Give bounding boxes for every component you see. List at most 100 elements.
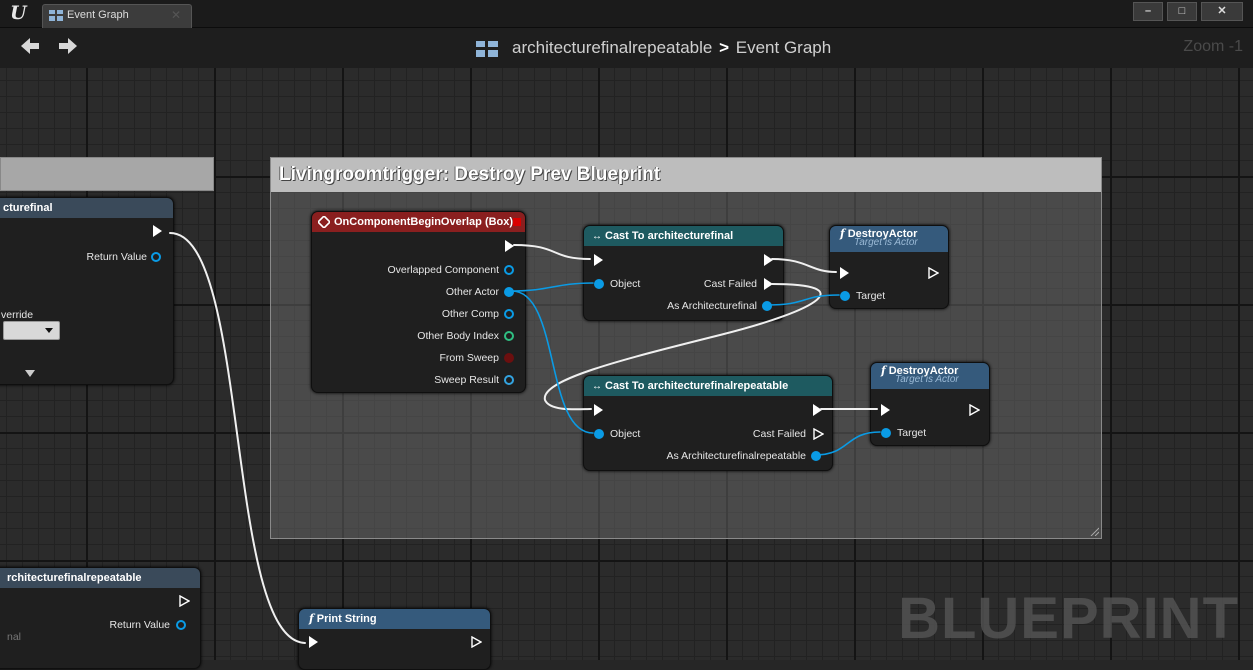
- pin-other-actor-label: Other Actor: [445, 286, 499, 298]
- pin-sweep-result-label: Sweep Result: [434, 374, 499, 386]
- node-title: rchitecturefinalrepeatable: [0, 568, 200, 588]
- pin-other-actor[interactable]: [504, 287, 514, 297]
- node-title: ↔ Cast To architecturefinalrepeatable: [584, 376, 832, 396]
- event-node-begin-overlap[interactable]: OnComponentBeginOverlap (Box) Overlapped…: [311, 211, 526, 393]
- object-input-pin[interactable]: [594, 279, 604, 289]
- target-label: Target: [897, 427, 927, 439]
- graph-icon: [49, 10, 63, 21]
- function-icon: f: [309, 612, 314, 625]
- object-label: Object: [610, 278, 641, 290]
- blueprint-watermark: BLUEPRINT: [898, 586, 1239, 651]
- tab-label: Event Graph: [67, 9, 129, 21]
- node-title-text: Print String: [316, 613, 377, 625]
- exec-in-pin[interactable]: [594, 404, 603, 416]
- comment-title[interactable]: Livingroomtrigger: Destroy Prev Blueprin…: [271, 158, 1101, 192]
- function-node-left-bottom[interactable]: rchitecturefinalrepeatable Return Value …: [0, 567, 201, 669]
- pin-from-sweep-label: From Sweep: [439, 352, 499, 364]
- override-dropdown[interactable]: [3, 321, 60, 340]
- tab-event-graph[interactable]: Event Graph ✕: [42, 4, 192, 28]
- exec-in-pin[interactable]: [840, 267, 849, 279]
- pin-from-sweep[interactable]: [504, 353, 514, 363]
- as-architecturefinalrepeatable-label: As Architecturefinalrepeatable: [666, 450, 807, 462]
- resize-grip-icon[interactable]: [1089, 526, 1099, 536]
- maximize-button[interactable]: □: [1167, 2, 1197, 21]
- node-title: f DestroyActor Target is Actor: [871, 363, 989, 389]
- destroy-actor-node-1[interactable]: f DestroyActor Target is Actor Target: [829, 225, 949, 309]
- pin-label: nal: [7, 631, 22, 643]
- exec-out-hollow-icon[interactable]: [179, 595, 190, 607]
- back-arrow-icon[interactable]: [20, 36, 40, 56]
- print-string-node[interactable]: f Print String: [298, 608, 491, 670]
- override-label: verride: [1, 309, 34, 321]
- blueprint-graph-icon: [476, 41, 498, 57]
- function-node-left-top[interactable]: cturefinal Return Value verride: [0, 197, 174, 385]
- object-input-pin[interactable]: [594, 429, 604, 439]
- cast-icon: ↔: [592, 231, 602, 242]
- node-title-text: OnComponentBeginOverlap (Box): [334, 216, 514, 228]
- node-title-text: rchitecturefinalrepeatable: [7, 572, 142, 584]
- return-value-pin[interactable]: [176, 620, 186, 630]
- exec-in-pin[interactable]: [309, 636, 318, 648]
- event-diamond-icon: [318, 216, 330, 228]
- cast-failed-label: Cast Failed: [752, 428, 806, 440]
- exec-in-pin[interactable]: [594, 254, 603, 266]
- object-label: Object: [610, 428, 641, 440]
- cast-icon: ↔: [592, 381, 602, 392]
- exec-in-pin[interactable]: [881, 404, 890, 416]
- pin-other-comp[interactable]: [504, 309, 514, 319]
- node-title-text: Cast To architecturefinal: [605, 230, 734, 242]
- node-subtitle: Target is Actor: [854, 237, 918, 248]
- node-title: f Print String: [299, 609, 490, 629]
- tab-close-icon[interactable]: ✕: [171, 8, 181, 22]
- node-title: cturefinal: [0, 198, 173, 218]
- return-value-pin[interactable]: [151, 252, 161, 262]
- node-title: OnComponentBeginOverlap (Box): [312, 212, 525, 232]
- cast-failed-pin[interactable]: [813, 428, 824, 440]
- breadcrumb-root[interactable]: architecturefinalrepeatable: [512, 38, 712, 57]
- minimize-button[interactable]: –: [1133, 2, 1163, 21]
- target-input-pin[interactable]: [881, 428, 891, 438]
- target-label: Target: [856, 290, 886, 302]
- as-architecturefinal-pin[interactable]: [762, 301, 772, 311]
- return-value-label: Return Value: [86, 251, 147, 263]
- function-icon: f: [881, 364, 886, 377]
- exec-out-pin[interactable]: [505, 240, 514, 252]
- delegate-pin[interactable]: [513, 218, 521, 226]
- node-title-text: Cast To architecturefinalrepeatable: [605, 380, 789, 392]
- target-input-pin[interactable]: [840, 291, 850, 301]
- cast-failed-pin[interactable]: [764, 278, 773, 290]
- exec-out-pin[interactable]: [153, 225, 162, 237]
- node-title-text: cturefinal: [3, 202, 53, 214]
- cast-node-architecturefinalrepeatable[interactable]: ↔ Cast To architecturefinalrepeatable Obj…: [583, 375, 833, 471]
- title-bar: U Event Graph ✕ – □ ✕: [0, 0, 1253, 28]
- node-subtitle: Target is Actor: [895, 374, 959, 385]
- as-architecturefinal-label: As Architecturefinal: [667, 300, 757, 312]
- pin-sweep-result[interactable]: [504, 375, 514, 385]
- function-icon: f: [840, 227, 845, 240]
- breadcrumb-separator: >: [719, 38, 730, 57]
- as-architecturefinalrepeatable-pin[interactable]: [811, 451, 821, 461]
- pin-overlapped-component[interactable]: [504, 265, 514, 275]
- zoom-level: Zoom -1: [1183, 38, 1243, 55]
- expand-arrow-icon[interactable]: [25, 370, 35, 377]
- exec-out-hollow-icon[interactable]: [928, 267, 939, 279]
- pin-other-comp-label: Other Comp: [441, 308, 499, 320]
- close-button[interactable]: ✕: [1201, 2, 1243, 21]
- pin-other-body-index-label: Other Body Index: [417, 330, 499, 342]
- destroy-actor-node-2[interactable]: f DestroyActor Target is Actor Target: [870, 362, 990, 446]
- exec-out-pin[interactable]: [764, 254, 773, 266]
- exec-out-hollow-icon[interactable]: [471, 636, 482, 648]
- exec-out-hollow-icon[interactable]: [969, 404, 980, 416]
- breadcrumb: architecturefinalrepeatable > Event Grap…: [512, 38, 831, 58]
- graph-toolbar: architecturefinalrepeatable > Event Grap…: [0, 28, 1253, 68]
- forward-arrow-icon[interactable]: [58, 36, 78, 56]
- exec-out-pin[interactable]: [813, 404, 822, 416]
- comment-box-partial[interactable]: [0, 157, 214, 191]
- breadcrumb-current[interactable]: Event Graph: [736, 38, 831, 57]
- node-title: ↔ Cast To architecturefinal: [584, 226, 783, 246]
- pin-other-body-index[interactable]: [504, 331, 514, 341]
- pin-overlapped-component-label: Overlapped Component: [387, 264, 500, 276]
- cast-failed-label: Cast Failed: [703, 278, 757, 290]
- cast-node-architecturefinal[interactable]: ↔ Cast To architecturefinal Object Cast F…: [583, 225, 784, 321]
- unreal-logo-icon: U: [10, 2, 27, 24]
